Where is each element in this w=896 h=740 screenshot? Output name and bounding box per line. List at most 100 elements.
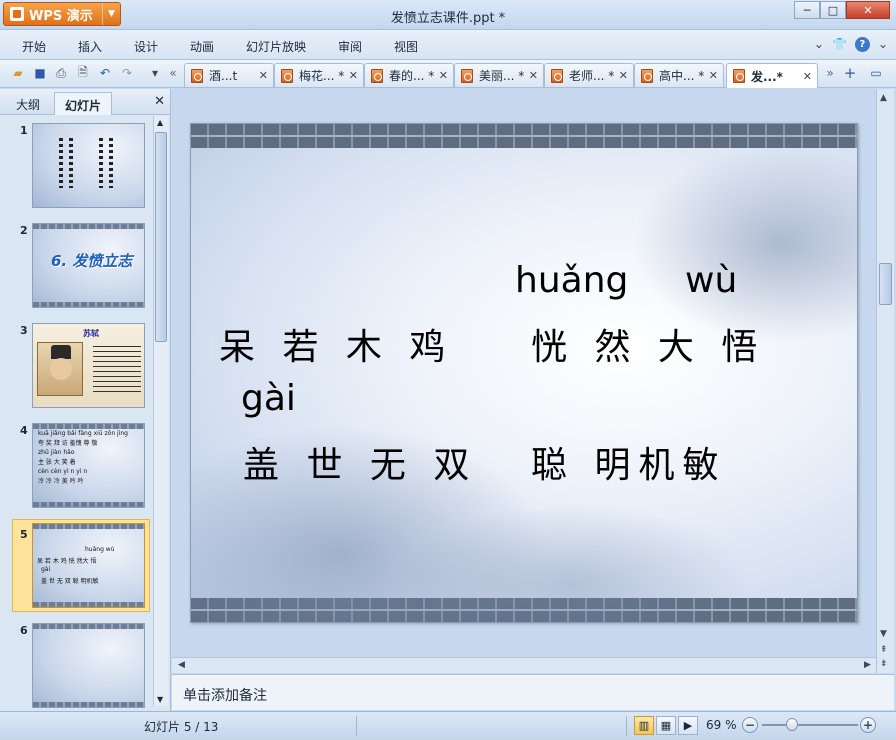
new-tab-plus-icon[interactable]: + (842, 64, 858, 82)
tab-slides[interactable]: 幻灯片 (54, 92, 113, 115)
prev-slide-icon[interactable]: ⇞ (880, 645, 888, 655)
scroll-up-icon[interactable]: ▲ (880, 93, 887, 103)
tab-close-icon[interactable]: ✕ (259, 69, 268, 82)
maximize-button[interactable]: □ (820, 1, 846, 19)
pinyin-wu[interactable]: wù (685, 260, 737, 301)
next-slide-icon[interactable]: ⇟ (880, 659, 888, 669)
notes-pane[interactable]: 单击添加备注 (172, 674, 894, 710)
slide-thumbnail-2[interactable]: 2 6. 发愤立志 (0, 216, 152, 310)
idiom-4[interactable]: 聪 明机敏 (531, 436, 726, 488)
thumbnail-line: 呆 若 木 鸡 恍 然大 悟 (37, 558, 97, 565)
menu-animation[interactable]: 动画 (190, 38, 214, 55)
print-icon[interactable]: ⎙ (53, 65, 69, 81)
tab-list-icon[interactable]: ▭ (868, 65, 884, 81)
scrollbar-thumb[interactable] (155, 132, 167, 342)
menu-slideshow[interactable]: 幻灯片放映 (246, 38, 306, 55)
redo-icon[interactable]: ↷ (119, 65, 135, 81)
menu-start[interactable]: 开始 (22, 38, 46, 55)
doc-tab-1[interactable]: 酒...t ✕ (184, 63, 274, 87)
normal-view-icon[interactable]: ▥ (634, 716, 654, 735)
thumbnail-scrollbar[interactable]: ▲ ▼ (153, 116, 168, 706)
menu-design[interactable]: 设计 (134, 38, 158, 55)
slide-vertical-scrollbar[interactable]: ▲ ▼ ⇞ ⇟ (876, 89, 894, 673)
menu-insert[interactable]: 插入 (78, 38, 102, 55)
thumbnail-title: 6. 发愤立志 (51, 252, 133, 270)
shirt-skin-icon[interactable]: 👕 (832, 37, 847, 52)
portrait-image (37, 342, 83, 396)
chevron-down-icon[interactable]: ⌄ (814, 37, 824, 52)
open-folder-icon[interactable]: ▰ (10, 65, 26, 81)
status-divider (626, 716, 627, 736)
close-button[interactable]: ✕ (846, 1, 890, 19)
slideshow-view-icon[interactable]: ▶ (678, 716, 698, 735)
chevron-down-icon[interactable]: ⌄ (878, 37, 888, 52)
menu-view[interactable]: 视图 (394, 38, 418, 55)
scroll-up-icon[interactable]: ▲ (157, 118, 163, 127)
tabs-right-arrow-icon[interactable]: » (822, 65, 838, 81)
slide-number: 1 (20, 124, 28, 137)
toolbar-dropdown-icon[interactable]: ▾ (147, 65, 163, 81)
quick-toolbar: ▰ ■ ⎙ 🗎 ↶ ↷ ▾ « 酒...t ✕ 梅花... * ✕ 春的... … (0, 60, 896, 88)
doc-tab-3[interactable]: 春的... * ✕ (364, 63, 454, 87)
doc-tab-2[interactable]: 梅花... * ✕ (274, 63, 364, 87)
pinyin-huang[interactable]: huǎng (515, 260, 628, 301)
idiom-1[interactable]: 呆 若 木 鸡 (219, 318, 453, 370)
thumbnail-line: 夸 奖 拜 访 羞愧 尊 敬 (38, 440, 98, 447)
tab-close-icon[interactable]: ✕ (619, 69, 628, 82)
tab-close-icon[interactable]: ✕ (803, 70, 812, 83)
slide-thumbnail-3[interactable]: 3 苏轼 (0, 316, 152, 410)
doc-tab-4[interactable]: 美丽... * ✕ (454, 63, 544, 87)
slide-thumbnail-5-selected[interactable]: 5 huǎng wù 呆 若 木 鸡 恍 然大 悟 gài 盖 世 无 双 聪 … (12, 519, 150, 612)
scroll-down-icon[interactable]: ▼ (880, 629, 887, 639)
tabs-left-arrow-icon[interactable]: « (165, 65, 181, 81)
tab-close-icon[interactable]: ✕ (439, 69, 448, 82)
zoom-in-icon[interactable]: + (860, 717, 876, 733)
slide-sorter-view-icon[interactable]: ▦ (656, 716, 676, 735)
vertical-text-block (109, 138, 113, 188)
help-icon[interactable]: ? (854, 37, 870, 52)
notes-placeholder[interactable]: 单击添加备注 (183, 685, 267, 705)
thumbnail-image (32, 623, 145, 708)
print-preview-icon[interactable]: 🗎 (75, 65, 91, 81)
slide-horizontal-scrollbar[interactable]: ◀ ▶ (172, 657, 876, 673)
doc-tab-label: 春的... * (389, 69, 435, 83)
zoom-slider-handle[interactable] (786, 718, 798, 731)
scroll-down-icon[interactable]: ▼ (157, 695, 163, 704)
menu-review[interactable]: 审阅 (338, 38, 362, 55)
slide-thumbnail-1[interactable]: 1 (0, 116, 152, 210)
slide-canvas[interactable]: huǎng wù 呆 若 木 鸡 恍 然 大 悟 gài 盖 世 无 双 聪 明… (190, 123, 858, 623)
idiom-2[interactable]: 恍 然 大 悟 (531, 318, 765, 370)
doc-tab-label: 发...* (751, 69, 783, 84)
zoom-out-icon[interactable]: − (742, 717, 758, 733)
minimize-button[interactable]: ─ (794, 1, 820, 19)
save-icon[interactable]: ■ (32, 65, 48, 81)
doc-tab-6[interactable]: 高中... * ✕ (634, 63, 724, 87)
ppt-file-icon (191, 68, 203, 83)
zoom-slider-track[interactable] (762, 724, 858, 726)
title-bar: WPS 演示 ▼ 发愤立志课件.ppt * ─ □ ✕ (0, 0, 896, 30)
pinyin-gai[interactable]: gài (241, 378, 296, 419)
doc-tab-7-active[interactable]: 发...* ✕ (726, 63, 818, 88)
scroll-left-icon[interactable]: ◀ (178, 660, 185, 670)
ppt-file-icon (733, 69, 745, 83)
doc-tab-label: 高中... * (659, 69, 705, 83)
doc-tab-5[interactable]: 老师... * ✕ (544, 63, 634, 87)
close-icon[interactable]: ✕ (154, 94, 165, 109)
idiom-3[interactable]: 盖 世 无 双 (243, 436, 477, 488)
doc-tab-label: 美丽... * (479, 69, 525, 83)
tab-close-icon[interactable]: ✕ (529, 69, 538, 82)
scrollbar-thumb[interactable] (879, 263, 892, 305)
slide-number: 4 (20, 424, 28, 437)
slides-pane: 大纲 幻灯片 ✕ 1 2 6. 发愤立志 3 苏轼 4 kuā jiǎng bǎ… (0, 89, 171, 712)
slide-thumbnail-4[interactable]: 4 kuā jiǎng bǎi fāng xiū zǒn jìng 夸 奖 拜 … (0, 416, 152, 510)
scroll-right-icon[interactable]: ▶ (864, 660, 871, 670)
tab-outline[interactable]: 大纲 (6, 92, 50, 115)
tab-close-icon[interactable]: ✕ (349, 69, 358, 82)
zoom-level[interactable]: 69 % (706, 718, 737, 732)
vertical-text-block (99, 138, 103, 188)
status-divider (356, 716, 357, 736)
tab-close-icon[interactable]: ✕ (709, 69, 718, 82)
undo-icon[interactable]: ↶ (97, 65, 113, 81)
body-text-block (93, 346, 141, 396)
slide-thumbnail-6[interactable]: 6 (0, 616, 152, 710)
